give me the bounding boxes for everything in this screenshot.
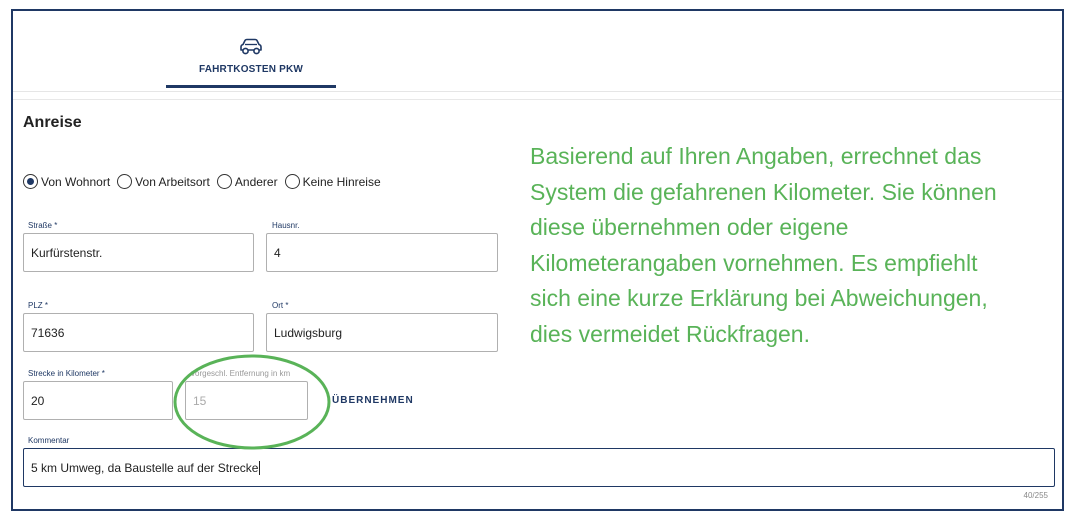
character-counter: 40/255 [1023,491,1048,500]
radio-von-arbeitsort[interactable]: Von Arbeitsort [117,174,210,189]
zip-input[interactable]: 71636 [23,313,254,352]
radio-keine-hinreise[interactable]: Keine Hinreise [284,174,381,189]
apply-button[interactable]: ÜBERNEHMEN [332,395,414,406]
tab-label: FAHRTKOSTEN PKW [198,64,304,75]
tab-bar: FAHRTKOSTEN PKW [13,11,1062,92]
house-number-label: Hausnr. [272,221,300,230]
divider [13,99,1062,100]
radio-label: Keine Hinreise [302,174,381,189]
text-caret [259,460,261,475]
annotation-text: Basierend auf Ihren Angaben, errechnet d… [530,143,997,347]
city-value: Ludwigsburg [274,325,343,340]
origin-radio-group: Von Wohnort Von Arbeitsort Anderer Keine… [23,174,388,189]
suggested-distance-label: vorgeschl. Entfernung in km [191,369,291,378]
city-input[interactable]: Ludwigsburg [266,313,498,352]
tab-fahrtkosten-pkw[interactable]: FAHRTKOSTEN PKW [166,11,336,88]
comment-label: Kommentar [28,436,70,445]
radio-button[interactable] [117,174,133,189]
section-title: Anreise [23,114,82,131]
zip-label: PLZ * [28,301,49,310]
radio-button[interactable] [284,174,300,189]
house-number-value: 4 [274,245,281,260]
radio-label: Von Arbeitsort [135,174,210,189]
suggested-distance-field: 15 [185,381,308,420]
radio-label: Anderer [234,174,278,189]
suggested-distance-value: 15 [193,393,207,408]
distance-label: Strecke in Kilometer * [28,369,105,378]
distance-input[interactable]: 20 [23,381,173,420]
app-frame: FAHRTKOSTEN PKW Anreise Von Wohnort Von … [11,9,1064,511]
radio-von-wohnort[interactable]: Von Wohnort [23,174,110,189]
street-label: Straße * [28,221,58,230]
car-icon [240,38,262,55]
radio-button[interactable] [216,174,232,189]
radio-label: Von Wohnort [41,174,111,189]
comment-value: 5 km Umweg, da Baustelle auf der Strecke [31,460,259,475]
radio-anderer[interactable]: Anderer [216,174,278,189]
street-value: Kurfürstenstr. [31,245,103,260]
city-label: Ort * [272,301,289,310]
comment-input[interactable]: 5 km Umweg, da Baustelle auf der Strecke [23,448,1055,487]
street-input[interactable]: Kurfürstenstr. [23,233,254,272]
house-number-input[interactable]: 4 [266,233,498,272]
radio-button-checked[interactable] [23,174,38,189]
distance-value: 20 [31,393,45,408]
zip-value: 71636 [31,325,65,340]
